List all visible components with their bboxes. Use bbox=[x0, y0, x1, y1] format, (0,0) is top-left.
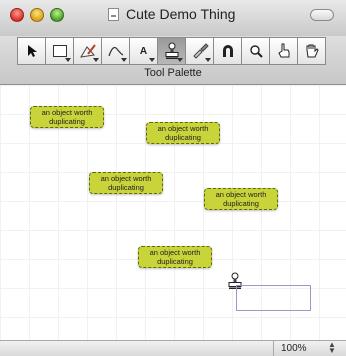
duplicable-object[interactable]: an object worth duplicating bbox=[30, 106, 104, 128]
pointing-hand-tool-button[interactable] bbox=[269, 37, 298, 65]
pen-icon bbox=[79, 44, 96, 58]
minimize-window-button[interactable] bbox=[30, 8, 44, 22]
dropdown-indicator-icon bbox=[149, 58, 155, 62]
duplicable-object[interactable]: an object worth duplicating bbox=[146, 122, 220, 144]
toolbar-toggle-button[interactable] bbox=[310, 9, 334, 21]
pointing-hand-icon bbox=[277, 43, 289, 58]
text-icon: A bbox=[139, 45, 148, 57]
brush-tool-button[interactable] bbox=[185, 37, 214, 65]
drag-selection-rectangle bbox=[236, 285, 311, 311]
rectangle-tool-button[interactable] bbox=[45, 37, 74, 65]
dropdown-indicator-icon bbox=[121, 58, 127, 62]
zoom-level[interactable]: 100% bbox=[281, 343, 307, 354]
grab-hand-tool-button[interactable] bbox=[297, 37, 326, 65]
tool-buttons: A bbox=[17, 37, 326, 67]
tool-palette: A Tool Palette bbox=[0, 36, 346, 85]
duplicable-object[interactable]: an object worth duplicating bbox=[138, 246, 212, 268]
zoom-stepper-icon[interactable]: ▲ ▼ bbox=[328, 341, 336, 355]
app-window: Cute Demo Thing A Tool Palette an object… bbox=[0, 0, 346, 356]
document-icon bbox=[108, 8, 119, 21]
curve-icon bbox=[107, 46, 123, 57]
brush-icon bbox=[192, 43, 209, 59]
arrow-tool-button[interactable] bbox=[17, 37, 46, 65]
drawing-canvas[interactable]: an object worth duplicating an object wo… bbox=[0, 85, 346, 340]
dropdown-indicator-icon bbox=[93, 58, 99, 62]
title-bar[interactable]: Cute Demo Thing bbox=[0, 0, 346, 37]
zoom-window-button[interactable] bbox=[50, 8, 64, 22]
palette-title: Tool Palette bbox=[144, 67, 202, 79]
status-bar: 100% ▲ ▼ bbox=[0, 340, 346, 356]
text-tool-button[interactable]: A bbox=[129, 37, 158, 65]
arrow-icon bbox=[27, 45, 37, 57]
dropdown-indicator-icon bbox=[177, 58, 183, 62]
dropdown-indicator-icon bbox=[205, 58, 211, 62]
divider bbox=[273, 341, 274, 356]
stamp-tool-button[interactable] bbox=[157, 37, 186, 65]
curve-tool-button[interactable] bbox=[101, 37, 130, 65]
duplicable-object[interactable]: an object worth duplicating bbox=[204, 188, 278, 210]
duplicable-object[interactable]: an object worth duplicating bbox=[89, 172, 163, 194]
magnet-icon bbox=[222, 45, 233, 57]
pen-tool-button[interactable] bbox=[73, 37, 102, 65]
rectangle-icon bbox=[52, 45, 67, 57]
close-window-button[interactable] bbox=[10, 8, 24, 22]
magnifier-icon bbox=[249, 45, 263, 58]
window-title: Cute Demo Thing bbox=[126, 6, 236, 22]
dropdown-indicator-icon bbox=[65, 58, 71, 62]
grab-hand-icon bbox=[306, 44, 319, 58]
magnet-tool-button[interactable] bbox=[213, 37, 242, 65]
zoom-tool-button[interactable] bbox=[241, 37, 270, 65]
